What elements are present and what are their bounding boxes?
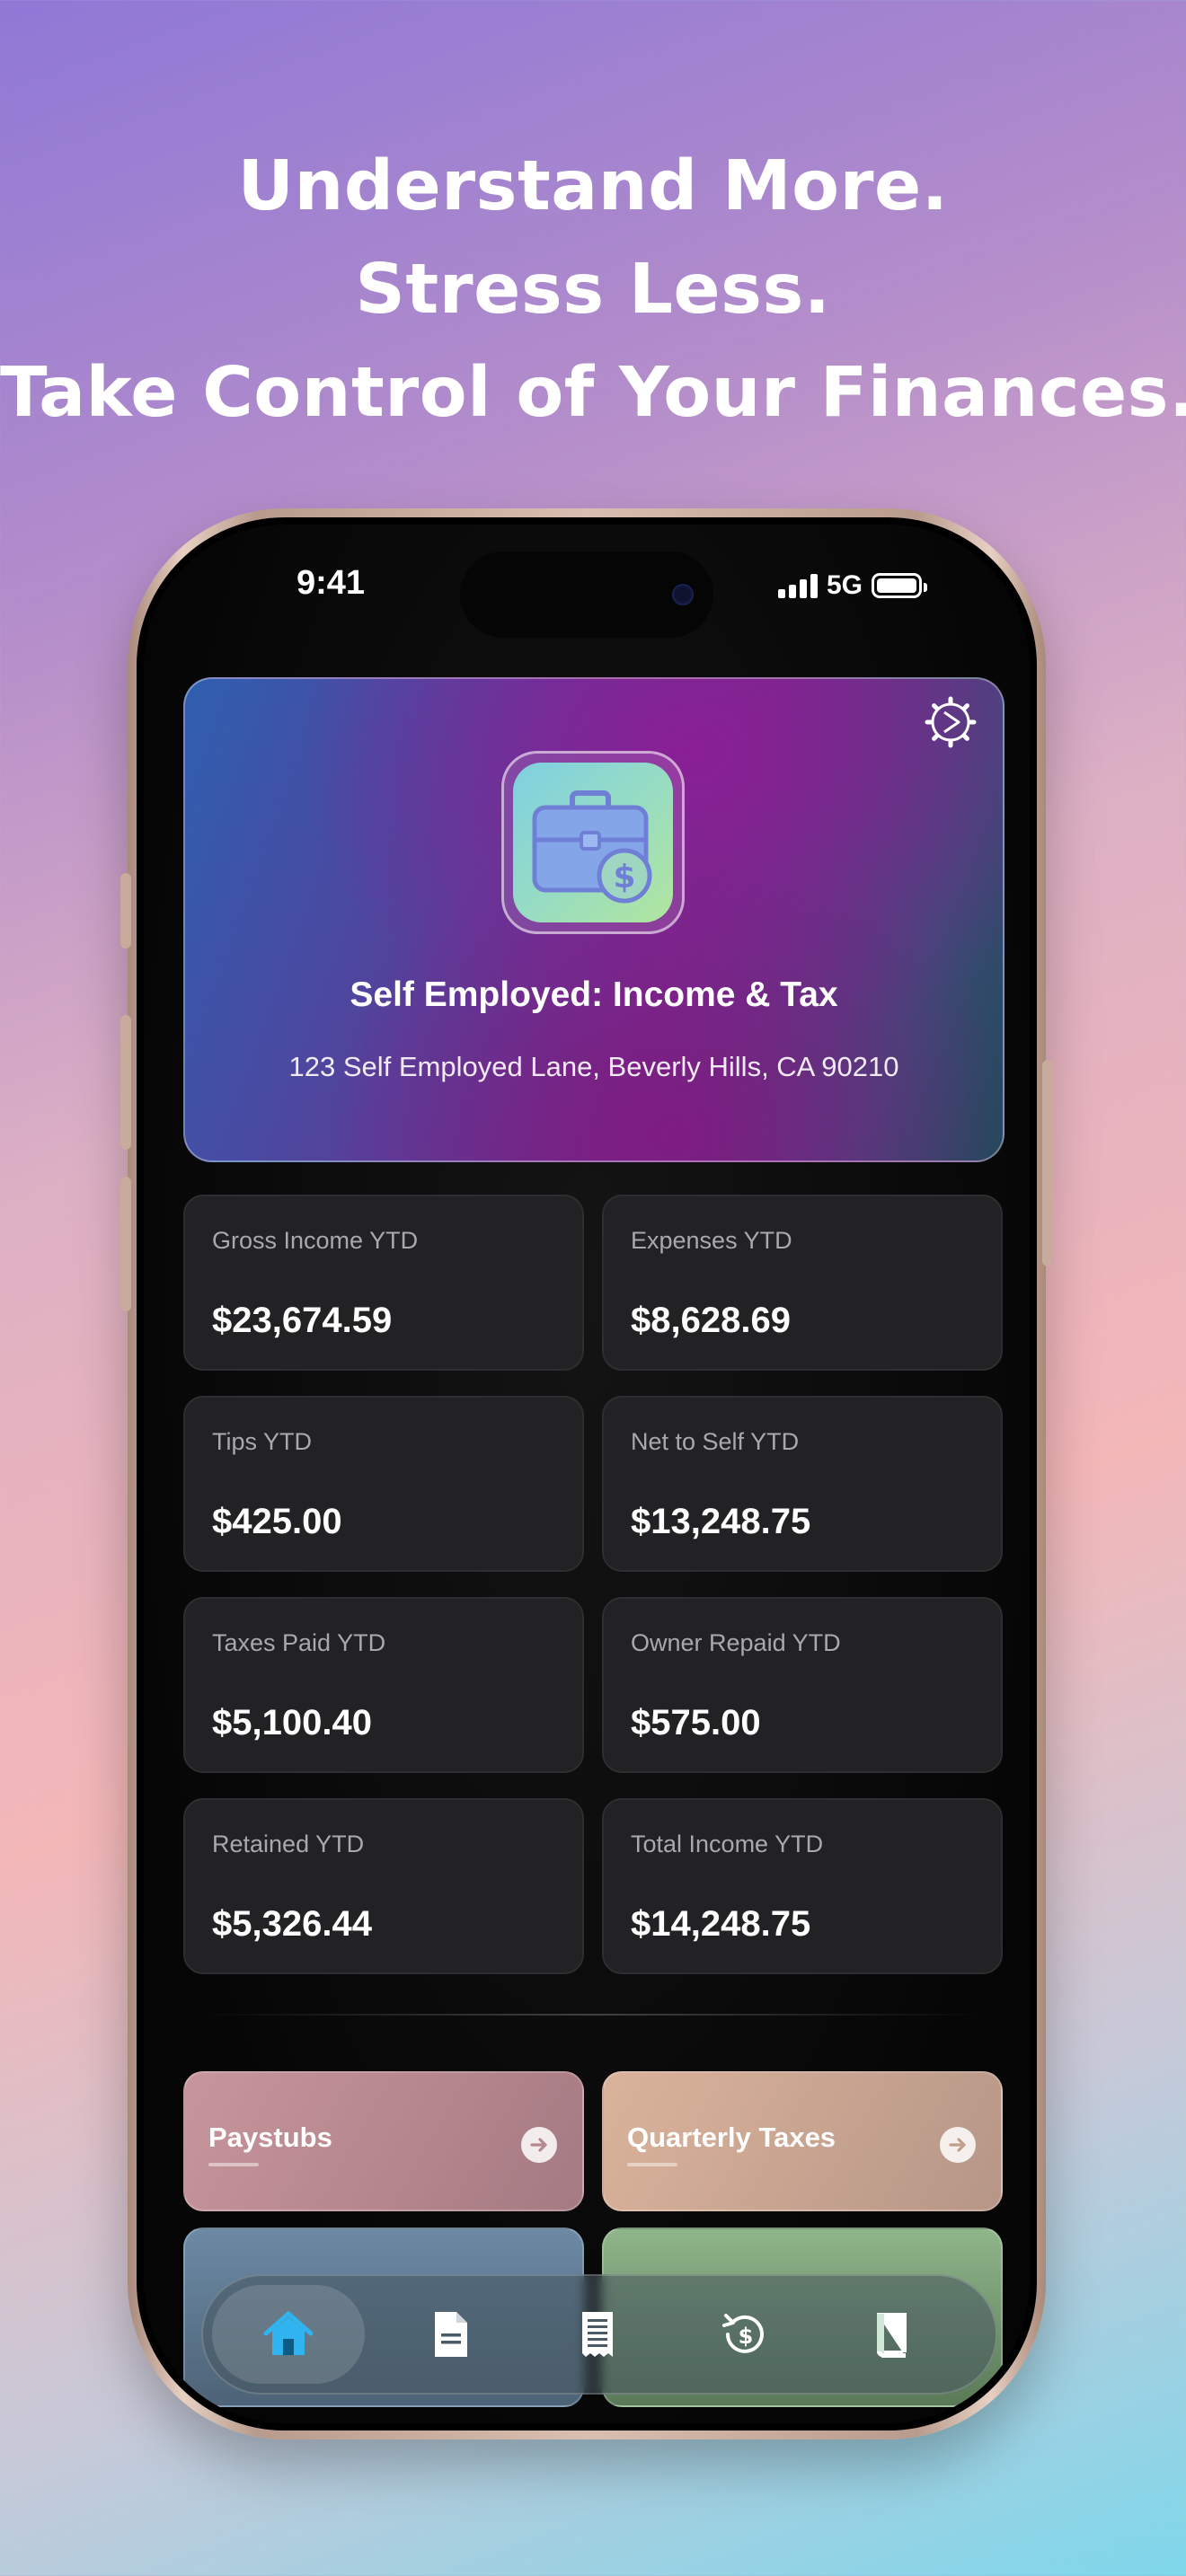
stat-label: Retained YTD bbox=[212, 1831, 365, 1857]
stat-label: Gross Income YTD bbox=[212, 1227, 419, 1254]
app-title: Self Employed: Income & Tax bbox=[350, 975, 838, 1014]
dynamic-island bbox=[460, 551, 713, 638]
headline-line-3: Take Control of Your Finances. bbox=[0, 353, 1186, 433]
arrow-right-icon bbox=[521, 2127, 557, 2163]
phone-action-button bbox=[120, 873, 131, 948]
stat-value: $13,248.75 bbox=[631, 1502, 811, 1541]
business-hero-card[interactable]: $ Self Employed: Income & Tax 123 Self E… bbox=[183, 677, 1005, 1162]
network-label: 5G bbox=[827, 570, 863, 600]
label-underline bbox=[208, 2163, 259, 2166]
svg-text:$: $ bbox=[613, 859, 635, 895]
stat-card-taxes-paid[interactable]: Taxes Paid YTD $5,100.40 bbox=[183, 1597, 584, 1773]
document-icon bbox=[435, 2312, 467, 2357]
stat-value: $23,674.59 bbox=[212, 1301, 393, 1340]
battery-level bbox=[877, 578, 917, 593]
stat-card-gross-income[interactable]: Gross Income YTD $23,674.59 bbox=[183, 1195, 584, 1371]
stat-card-owner-repaid[interactable]: Owner Repaid YTD $575.00 bbox=[602, 1597, 1003, 1773]
home-icon bbox=[263, 2311, 314, 2355]
tab-receipts[interactable] bbox=[521, 2285, 674, 2384]
section-divider bbox=[198, 2014, 988, 2016]
receipt-icon bbox=[582, 2312, 613, 2357]
marketing-headline: Understand More. Stress Less. Take Contr… bbox=[0, 135, 1186, 445]
stat-value: $14,248.75 bbox=[631, 1904, 811, 1944]
tab-documents[interactable] bbox=[374, 2285, 527, 2384]
tab-home[interactable] bbox=[212, 2285, 365, 2384]
stat-value: $575.00 bbox=[631, 1703, 761, 1742]
svg-text:$: $ bbox=[739, 2324, 754, 2349]
stat-label: Total Income YTD bbox=[631, 1831, 824, 1857]
phone-volume-down-button bbox=[120, 1177, 131, 1311]
stat-card-retained[interactable]: Retained YTD $5,326.44 bbox=[183, 1798, 584, 1974]
book-icon bbox=[877, 2313, 907, 2358]
signal-icon bbox=[778, 573, 818, 598]
battery-icon bbox=[872, 573, 928, 598]
stat-label: Owner Repaid YTD bbox=[631, 1629, 841, 1656]
refund-icon: $ bbox=[722, 2314, 764, 2353]
status-indicators: 5G bbox=[778, 569, 928, 602]
stat-value: $425.00 bbox=[212, 1502, 342, 1541]
tab-refunds[interactable]: $ bbox=[668, 2285, 821, 2384]
tab-bar: $ bbox=[201, 2274, 997, 2395]
stat-card-net-to-self[interactable]: Net to Self YTD $13,248.75 bbox=[602, 1396, 1003, 1572]
headline-line-1: Understand More. bbox=[237, 146, 949, 226]
app-screen: 9:41 5G $ Self Employed: Income & Tax 12… bbox=[144, 525, 1030, 2423]
arrow-right-icon bbox=[940, 2127, 976, 2163]
paystubs-label: Paystubs bbox=[208, 2122, 332, 2153]
stat-card-tips[interactable]: Tips YTD $425.00 bbox=[183, 1396, 584, 1572]
app-logo-frame: $ bbox=[501, 751, 685, 934]
stat-value: $8,628.69 bbox=[631, 1301, 791, 1340]
paystubs-button[interactable]: Paystubs bbox=[183, 2071, 584, 2211]
label-underline bbox=[627, 2163, 677, 2166]
stat-label: Expenses YTD bbox=[631, 1227, 792, 1254]
phone-screen: 9:41 5G $ Self Employed: Income & Tax 12… bbox=[137, 517, 1037, 2430]
headline-line-2: Stress Less. bbox=[355, 250, 831, 330]
phone-volume-up-button bbox=[120, 1015, 131, 1150]
stat-value: $5,326.44 bbox=[212, 1904, 372, 1944]
stat-card-total-income[interactable]: Total Income YTD $14,248.75 bbox=[602, 1798, 1003, 1974]
stat-label: Tips YTD bbox=[212, 1428, 313, 1455]
business-address: 123 Self Employed Lane, Beverly Hills, C… bbox=[288, 1051, 899, 1082]
stat-label: Taxes Paid YTD bbox=[212, 1629, 386, 1656]
briefcase-dollar-icon: $ bbox=[513, 763, 673, 922]
stat-value: $5,100.40 bbox=[212, 1703, 372, 1742]
stat-card-expenses[interactable]: Expenses YTD $8,628.69 bbox=[602, 1195, 1003, 1371]
status-time: 9:41 bbox=[296, 564, 366, 602]
quarterly-taxes-button[interactable]: Quarterly Taxes bbox=[602, 2071, 1003, 2211]
phone-power-button bbox=[1042, 1060, 1053, 1266]
stat-label: Net to Self YTD bbox=[631, 1428, 800, 1455]
tab-guide[interactable] bbox=[816, 2285, 969, 2384]
quarterly-taxes-label: Quarterly Taxes bbox=[627, 2122, 836, 2153]
gear-icon[interactable] bbox=[924, 695, 978, 749]
camera-icon bbox=[672, 584, 694, 605]
